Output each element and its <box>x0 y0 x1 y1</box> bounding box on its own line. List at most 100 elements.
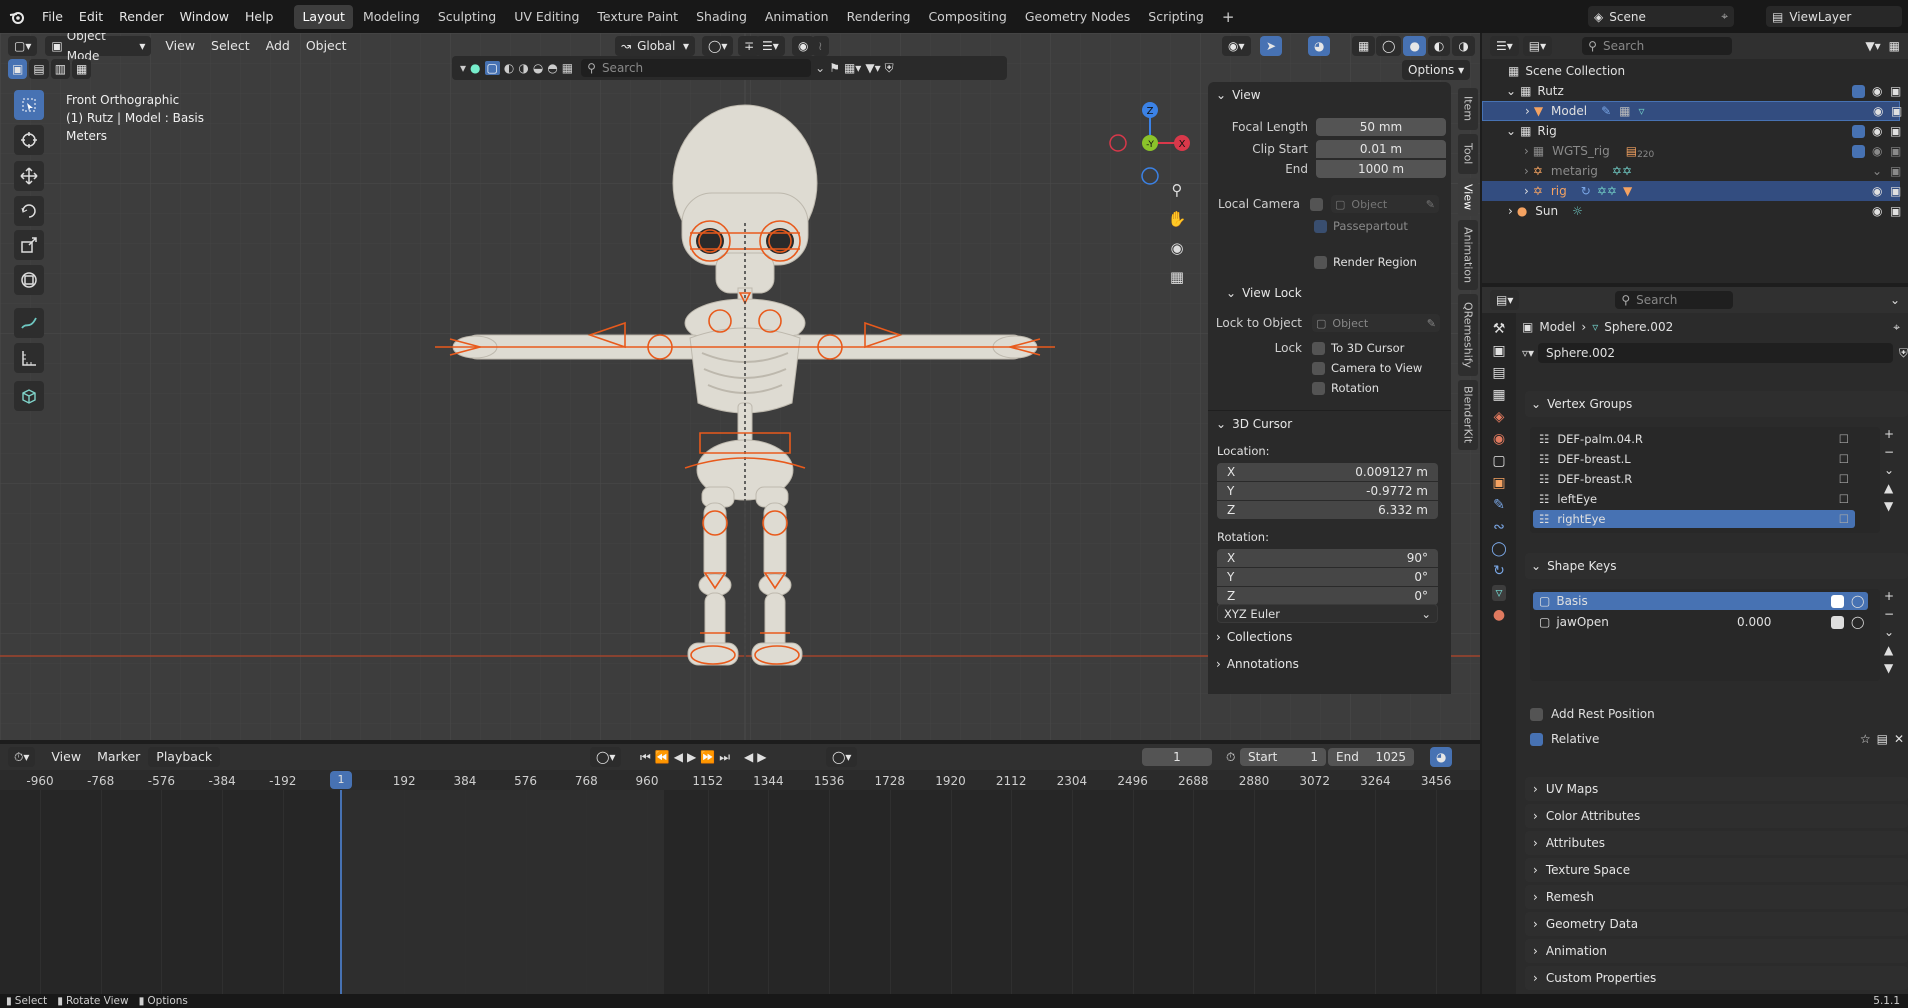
camera-view-icon[interactable]: ◉ <box>1167 239 1187 259</box>
focal-length-field[interactable]: 50 mm <box>1316 118 1446 136</box>
object-color-icon[interactable]: ● <box>470 61 480 75</box>
collection-filter-icon[interactable]: ▦▾ <box>844 61 861 75</box>
exclude-checkbox[interactable] <box>1852 84 1865 98</box>
lock-icon[interactable]: ☐ <box>1839 432 1849 446</box>
transform-tool[interactable] <box>14 265 44 295</box>
section-animation[interactable]: › Animation <box>1525 939 1908 963</box>
wireframe-shading-icon[interactable]: ◯ <box>1376 36 1402 56</box>
tool-tab-icon[interactable]: ⚒ <box>1493 321 1506 337</box>
local-camera-checkbox[interactable] <box>1310 197 1323 211</box>
3d-cursor-header[interactable]: ⌄ 3D Cursor <box>1208 411 1451 437</box>
pan-hand-icon[interactable]: ✋ <box>1167 210 1187 230</box>
mesh-icon[interactable]: ◐ <box>504 61 514 75</box>
tab-animation[interactable]: Animation <box>1458 220 1478 290</box>
view-layer-selector[interactable]: ▤ ViewLayer <box>1766 6 1902 27</box>
next-keyframe-icon[interactable]: ⏩ <box>700 750 715 765</box>
character-model[interactable] <box>420 103 1070 703</box>
timeline-view-options[interactable]: ◕ <box>1430 747 1453 767</box>
passepartout-checkbox[interactable] <box>1314 219 1327 233</box>
lock-icon[interactable]: ◯ <box>1851 594 1864 608</box>
options-button[interactable]: Options ▾ <box>1402 60 1471 80</box>
camera-icon[interactable]: ▣ <box>1890 144 1901 158</box>
prev-keyframe-icon[interactable]: ⏪ <box>655 750 670 765</box>
shape-key-mute-checkbox[interactable] <box>1831 615 1844 629</box>
overlay-toggle[interactable]: ◕ <box>1308 36 1331 56</box>
lock-icon[interactable]: ☐ <box>1839 492 1849 506</box>
rotate-tool[interactable] <box>14 196 44 226</box>
menu-edit[interactable]: Edit <box>71 0 111 33</box>
vertex-group-row[interactable]: ☷ DEF-breast.L ☐ <box>1533 450 1855 468</box>
eye-icon[interactable]: ◉ <box>1872 84 1882 98</box>
object-tab-icon[interactable]: ▣ <box>1492 475 1505 491</box>
display-mode-button[interactable]: ▤▾ <box>1522 36 1553 56</box>
chevron-down-icon[interactable]: ⌄ <box>1890 293 1900 307</box>
shape-key-row[interactable]: ▢ jawOpen 0.000 ◯ <box>1533 613 1868 631</box>
local-camera-object-field[interactable]: ▢ Object ✎ <box>1331 195 1439 213</box>
timeline-menu-marker[interactable]: Marker <box>89 744 148 770</box>
tab-compositing[interactable]: Compositing <box>920 5 1014 29</box>
cursor-rot-z-field[interactable]: Z 0° <box>1217 587 1438 605</box>
eye-icon[interactable]: ◉ <box>1872 204 1882 218</box>
armature-filter-icon[interactable]: ◑ <box>518 61 528 75</box>
vertex-group-row[interactable]: ☷ DEF-palm.04.R ☐ <box>1533 430 1855 448</box>
tab-animation[interactable]: Animation <box>757 5 837 29</box>
menu-help[interactable]: Help <box>237 0 282 33</box>
playhead[interactable]: 1 <box>330 771 352 789</box>
visibility-button[interactable]: ◉▾ <box>1222 36 1251 56</box>
move-down-button[interactable]: ▼ <box>1884 499 1894 513</box>
gizmo-toggle[interactable]: ➤ <box>1260 36 1283 56</box>
timeline-menu-view[interactable]: View <box>43 744 89 770</box>
viewport-menu-object[interactable]: Object <box>298 33 355 59</box>
cursor-x-field[interactable]: X 0.009127 m <box>1217 463 1438 481</box>
properties-search[interactable]: ⚲ Search <box>1615 291 1734 309</box>
tree-item-wgts-rig[interactable]: › ▦ WGTS_rig ▤ 220 ◉ ▣ <box>1482 141 1901 161</box>
rotation-mode-select[interactable]: XYZ Euler ⌄ <box>1217 604 1438 623</box>
section-color-attributes[interactable]: › Color Attributes <box>1525 804 1908 828</box>
viewport-menu-view[interactable]: View <box>157 33 203 59</box>
pivot-point-button[interactable]: ◯▾ <box>702 36 734 56</box>
annotate-tool[interactable] <box>14 308 44 338</box>
select-subtract-icon[interactable]: ▥ <box>50 59 71 79</box>
section-attributes[interactable]: › Attributes <box>1525 831 1908 855</box>
clock-icon[interactable]: ⏱ <box>1226 750 1235 765</box>
move-down-button[interactable]: ▼ <box>1884 661 1894 675</box>
move-up-button[interactable]: ▲ <box>1884 481 1894 495</box>
tree-item-model[interactable]: › ▼ Model ✎ ▦ ▿ ◉ ▣ <box>1482 101 1902 121</box>
outliner-search[interactable]: ⚲ Search <box>1582 37 1733 55</box>
viewport-menu-add[interactable]: Add <box>258 33 298 59</box>
exclude-checkbox[interactable] <box>1852 124 1865 138</box>
end-frame-field[interactable]: End 1025 <box>1328 748 1414 766</box>
select-tool[interactable] <box>14 90 44 120</box>
shape-keys-header[interactable]: ⌄ Shape Keys <box>1525 553 1908 579</box>
section-remesh[interactable]: › Remesh <box>1525 885 1908 909</box>
section-uv-maps[interactable]: › UV Maps <box>1525 777 1908 801</box>
collection-tab-icon[interactable]: ▢ <box>1492 453 1505 469</box>
add-vertex-group-button[interactable]: + <box>1884 427 1894 441</box>
section-texture-space[interactable]: › Texture Space <box>1525 858 1908 882</box>
to-3d-cursor-checkbox[interactable] <box>1312 341 1325 355</box>
lock-icon[interactable]: ☐ <box>1839 512 1849 526</box>
fake-user-shield-icon[interactable]: ⛨ <box>1899 346 1908 361</box>
exclude-checkbox[interactable] <box>1852 144 1865 158</box>
shape-key-mute-checkbox[interactable] <box>1831 594 1844 608</box>
viewport-menu-select[interactable]: Select <box>203 33 258 59</box>
tree-item-rutz[interactable]: ⌄ ▦ Rutz ◉ ▣ <box>1482 81 1901 101</box>
material-shading-icon[interactable]: ◐ <box>1427 36 1451 56</box>
cursor-rot-y-field[interactable]: Y 0° <box>1217 568 1438 586</box>
physics-tab-icon[interactable]: ◯ <box>1491 541 1507 557</box>
snap-target-button[interactable]: ☰▾ <box>756 36 785 56</box>
cursor-tool[interactable] <box>14 125 44 155</box>
tree-item-rig[interactable]: › ✡ rig ↻ ✡✡ ▼ ◉ ▣ <box>1482 181 1901 201</box>
start-frame-field[interactable]: Start 1 <box>1240 748 1326 766</box>
tab-uv-editing[interactable]: UV Editing <box>506 5 587 29</box>
remove-vertex-group-button[interactable]: − <box>1884 445 1894 459</box>
cursor-y-field[interactable]: Y -0.9772 m <box>1217 482 1438 500</box>
tab-shading[interactable]: Shading <box>688 5 755 29</box>
add-cube-tool[interactable] <box>14 381 44 411</box>
eyedropper-icon[interactable]: ✎ <box>1426 198 1435 211</box>
particles-tab-icon[interactable]: ∾ <box>1493 519 1505 535</box>
lock-icon[interactable]: ◯ <box>1851 615 1864 629</box>
world-tab-icon[interactable]: ◉ <box>1493 431 1505 447</box>
tab-tool[interactable]: Tool <box>1458 134 1478 174</box>
zoom-icon[interactable]: ⚲ <box>1167 181 1187 201</box>
